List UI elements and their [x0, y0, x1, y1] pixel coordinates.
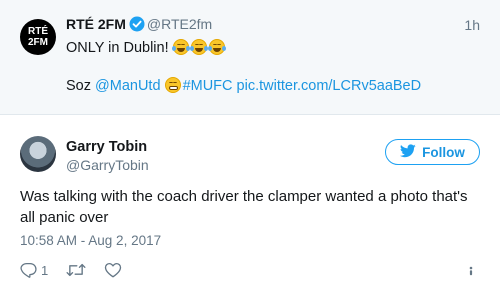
author-handle[interactable]: @GarryTobin: [66, 157, 149, 173]
quoted-tweet-header: RTÉ 2FM @RTE2fm: [66, 16, 212, 35]
author-name[interactable]: Garry Tobin: [66, 139, 147, 155]
quoted-author-handle[interactable]: @RTE2fm: [147, 16, 212, 32]
retweet-icon: [66, 262, 86, 278]
grimacing-emoji: [164, 77, 181, 93]
author-avatar[interactable]: [20, 136, 56, 172]
reply-button[interactable]: 1: [20, 262, 48, 278]
twitter-bird-icon: [400, 143, 416, 161]
follow-label: Follow: [422, 144, 465, 160]
tweet-text: Was talking with the coach driver the cl…: [20, 188, 468, 226]
quoted-tweet-text-line2: Soz @ManUtd #MUFC pic.twitter.com/LCRv5a…: [66, 77, 422, 94]
quoted-tweet-time[interactable]: 1h: [464, 17, 480, 33]
laughing-tears-emoji: [207, 39, 226, 55]
laughing-tears-emoji: [189, 39, 208, 55]
verified-badge-icon: [129, 16, 145, 35]
quoted-author-name[interactable]: RTÉ 2FM: [66, 16, 126, 32]
laughing-tears-emoji: [171, 39, 190, 55]
follow-button[interactable]: Follow: [385, 139, 480, 165]
tweet-timestamp[interactable]: 10:58 AM - Aug 2, 2017: [20, 233, 161, 248]
quoted-tweet-text-line1: ONLY in Dublin!: [66, 38, 227, 58]
quoted-tweet[interactable]: RTÉ 2FM RTÉ 2FM @RTE2fm 1h ONLY in Dublin…: [0, 0, 500, 115]
hashtag-link[interactable]: #MUFC: [183, 78, 233, 94]
like-button[interactable]: [104, 262, 122, 278]
tweet-actions: 1: [20, 261, 140, 279]
reply-count: 1: [41, 262, 49, 278]
info-icon[interactable]: [464, 264, 478, 283]
mention-link[interactable]: @ManUtd: [95, 78, 161, 94]
rte-2fm-avatar[interactable]: RTÉ 2FM: [20, 19, 56, 55]
reply-icon: [20, 262, 37, 278]
pic-link[interactable]: pic.twitter.com/LCRv5aaBeD: [237, 78, 422, 94]
like-icon: [104, 262, 122, 278]
retweet-button[interactable]: [66, 262, 86, 278]
